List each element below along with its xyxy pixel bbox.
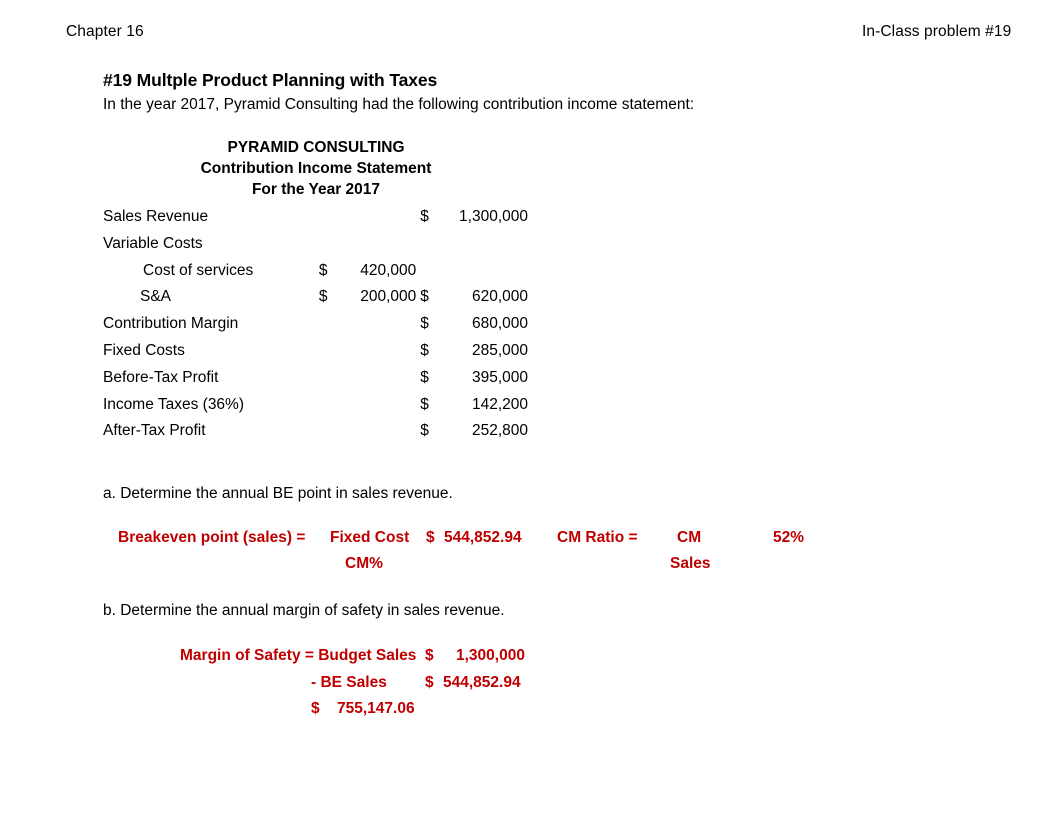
- statement-row-currency-1: [319, 311, 338, 338]
- breakeven-numerator: Fixed Cost: [330, 529, 410, 546]
- statement-row-amount-2: 620,000: [471, 288, 528, 306]
- statement-row-currency-2: $: [420, 341, 429, 359]
- statement-row-amount-2: 142,200: [471, 395, 528, 413]
- statement-row-amount-2: 252,800: [471, 422, 528, 440]
- margin-of-safety-budget-value: 1,300,000: [456, 647, 525, 664]
- statement-row: S&A $200,000 $620,000: [103, 284, 528, 311]
- statement-row: Variable Costs: [103, 231, 528, 258]
- statement-row-label: Cost of services: [143, 261, 254, 279]
- statement-row-currency-2: $: [420, 395, 429, 413]
- statement-row-label: Variable Costs: [103, 234, 203, 252]
- statement-row-currency-2: [420, 231, 441, 258]
- statement-row: Contribution Margin $680,000: [103, 311, 528, 338]
- statement-row-amount-1: [338, 392, 420, 419]
- statement-row-label: Sales Revenue: [103, 208, 209, 225]
- statement-row-currency-1: $: [318, 288, 328, 306]
- statement-row-amount-1: [338, 204, 420, 231]
- breakeven-formula-label: Breakeven point (sales) =: [118, 529, 306, 546]
- document-page: Chapter 16 In-Class problem #19 #19 Mult…: [0, 0, 1062, 822]
- statement-row-amount-1: [338, 231, 420, 258]
- page-title: #19 Multple Product Planning with Taxes: [103, 70, 438, 90]
- statement-row-amount-1: [338, 365, 420, 392]
- margin-of-safety-result-value: 755,147.06: [337, 700, 415, 717]
- cm-ratio-numerator: CM: [677, 529, 702, 546]
- statement-row-amount-1: [338, 311, 420, 338]
- statement-row-currency-2: $: [420, 368, 429, 386]
- statement-row-currency-1: [319, 231, 338, 258]
- margin-of-safety-be-value: 544,852.94: [443, 674, 521, 691]
- statement-row-currency-2: $: [420, 208, 429, 225]
- header-chapter-label: Chapter 16: [66, 23, 144, 40]
- statement-row: Fixed Costs $285,000: [103, 338, 528, 365]
- contribution-income-statement-table: Sales Revenue $1,300,000 Variable Costs Cos…: [103, 204, 528, 445]
- statement-row-currency-1: [319, 338, 338, 365]
- statement-row-amount-2: 395,000: [471, 368, 528, 386]
- statement-row-amount-1: [338, 338, 420, 365]
- statement-row-label: S&A: [140, 288, 172, 306]
- statement-row-amount-2: [441, 231, 528, 258]
- margin-of-safety-label: Margin of Safety = Budget Sales: [180, 647, 417, 664]
- statement-row-currency-1: [319, 392, 338, 419]
- statement-row-currency-1: [319, 418, 338, 445]
- cm-ratio-label: CM Ratio =: [557, 529, 638, 546]
- statement-row: Cost of services $420,000: [103, 258, 528, 285]
- statement-row-label: Income Taxes (36%): [103, 395, 244, 413]
- margin-of-safety-budget-currency-symbol: $: [425, 647, 434, 664]
- statement-row-amount-2: [441, 258, 528, 285]
- margin-of-safety-result-currency-symbol: $: [311, 700, 320, 717]
- margin-of-safety-be-currency-symbol: $: [425, 674, 434, 691]
- cm-ratio-percent-value: 52%: [773, 529, 805, 546]
- statement-company-name: PYRAMID CONSULTING: [227, 139, 405, 156]
- header-problem-label: In-Class problem #19: [862, 23, 1012, 40]
- breakeven-currency-symbol: $: [426, 529, 435, 546]
- statement-row-amount-1: 200,000: [360, 288, 417, 306]
- statement-row-currency-1: $: [318, 261, 328, 279]
- statement-row: Sales Revenue $1,300,000: [103, 204, 528, 231]
- statement-row-label: Before-Tax Profit: [103, 368, 219, 386]
- question-a-prompt: a. Determine the annual BE point in sale…: [103, 485, 453, 502]
- statement-row-amount-1: 420,000: [360, 261, 417, 279]
- statement-row-currency-1: [319, 365, 338, 392]
- statement-row-label: After-Tax Profit: [103, 422, 206, 440]
- question-b-prompt: b. Determine the annual margin of safety…: [103, 602, 505, 619]
- statement-row-currency-2: $: [420, 422, 429, 440]
- cm-ratio-denominator: Sales: [670, 555, 711, 572]
- breakeven-denominator: CM%: [345, 555, 383, 572]
- statement-row-amount-1: [338, 418, 420, 445]
- statement-row: After-Tax Profit $252,800: [103, 418, 528, 445]
- statement-row-amount-2: 1,300,000: [459, 208, 528, 225]
- statement-row-currency-2: $: [420, 288, 429, 306]
- statement-row-currency-1: [319, 204, 338, 231]
- statement-row-label: Contribution Margin: [103, 315, 239, 333]
- statement-row-amount-2: 285,000: [471, 341, 528, 359]
- statement-row-currency-2: [420, 258, 441, 285]
- statement-period: For the Year 2017: [251, 181, 381, 198]
- statement-row-currency-2: $: [420, 315, 429, 333]
- margin-of-safety-be-sales-label: - BE Sales: [311, 674, 387, 691]
- statement-row-amount-2: 680,000: [471, 315, 528, 333]
- intro-paragraph: In the year 2017, Pyramid Consulting had…: [103, 96, 695, 113]
- statement-row: Before-Tax Profit $395,000: [103, 365, 528, 392]
- statement-title: Contribution Income Statement: [200, 160, 432, 177]
- breakeven-value: 544,852.94: [444, 529, 522, 546]
- statement-row: Income Taxes (36%) $142,200: [103, 392, 528, 419]
- statement-row-label: Fixed Costs: [103, 341, 185, 359]
